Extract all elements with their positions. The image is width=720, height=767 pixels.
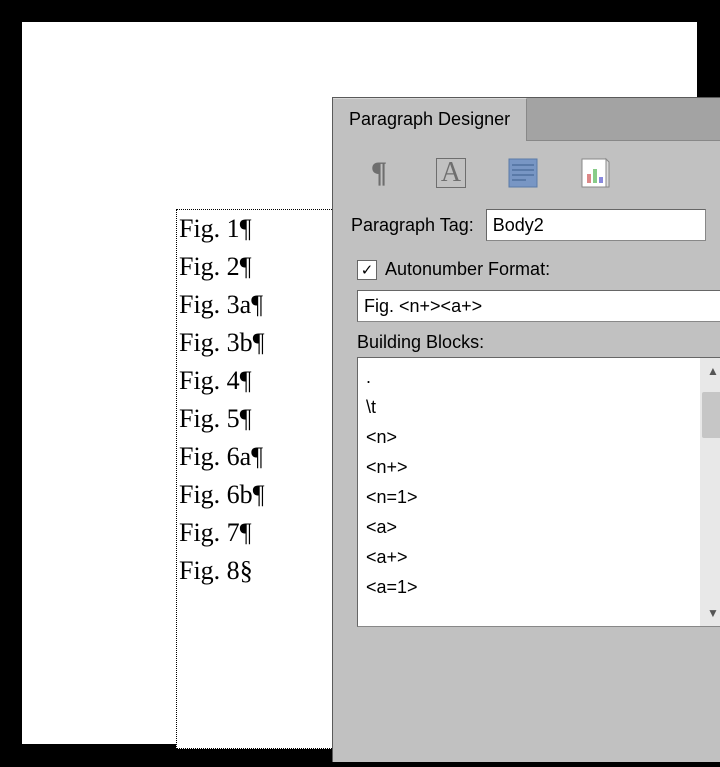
panel-toolbar: ¶ A <box>333 141 720 203</box>
tab-empty <box>527 98 720 141</box>
list-item[interactable]: <n> <box>366 422 692 452</box>
section-icon: § <box>240 556 253 585</box>
text-line[interactable]: Fig. 5¶ <box>177 400 336 438</box>
scroll-up-button[interactable]: ▲ <box>700 358 720 384</box>
line-text: Fig. 8 <box>179 556 240 585</box>
pilcrow-icon: ¶ <box>240 366 252 395</box>
font-button[interactable]: A <box>429 151 473 195</box>
line-text: Fig. 7 <box>179 518 240 547</box>
line-text: Fig. 5 <box>179 404 240 433</box>
text-line[interactable]: Fig. 6a¶ <box>177 438 336 476</box>
numbering-button[interactable] <box>573 151 617 195</box>
text-line[interactable]: Fig. 4¶ <box>177 362 336 400</box>
pilcrow-icon: ¶ <box>240 252 252 281</box>
line-text: Fig. 1 <box>179 214 240 243</box>
line-text: Fig. 3b <box>179 328 253 357</box>
text-line[interactable]: Fig. 3b¶ <box>177 324 336 362</box>
paragraph-designer-panel: Paragraph Designer ¶ A <box>332 97 720 762</box>
autonumber-checkbox[interactable]: ✓ <box>357 260 377 280</box>
pilcrow-icon: ¶ <box>240 214 252 243</box>
list-item[interactable]: <a+> <box>366 542 692 572</box>
text-line[interactable]: Fig. 2¶ <box>177 248 336 286</box>
pilcrow-icon: ¶ <box>371 156 387 190</box>
text-line[interactable]: Fig. 1¶ <box>177 210 336 248</box>
page-lines-icon <box>507 157 539 189</box>
pilcrow-icon: ¶ <box>240 518 252 547</box>
text-line[interactable]: Fig. 6b¶ <box>177 476 336 514</box>
app-frame: Fig. 1¶ Fig. 2¶ Fig. 3a¶ Fig. 3b¶ Fig. 4… <box>22 22 697 744</box>
autonumber-label: Autonumber Format: <box>385 259 550 280</box>
line-text: Fig. 4 <box>179 366 240 395</box>
line-text: Fig. 6b <box>179 480 253 509</box>
scroll-down-button[interactable]: ▼ <box>700 600 720 626</box>
document-text-frame: Fig. 1¶ Fig. 2¶ Fig. 3a¶ Fig. 3b¶ Fig. 4… <box>176 209 336 749</box>
chevron-down-icon: ▼ <box>707 606 719 620</box>
scroll-thumb[interactable] <box>702 392 720 438</box>
list-item[interactable]: \t <box>366 392 692 422</box>
pilcrow-icon: ¶ <box>251 290 263 319</box>
pilcrow-icon: ¶ <box>240 404 252 433</box>
line-text: Fig. 6a <box>179 442 251 471</box>
line-text: Fig. 2 <box>179 252 240 281</box>
text-line[interactable]: Fig. 8§ <box>177 552 336 590</box>
pilcrow-icon: ¶ <box>253 480 265 509</box>
pilcrow-icon: ¶ <box>251 442 263 471</box>
paragraph-tag-label: Paragraph Tag: <box>351 215 474 236</box>
listbox-content: . \t <n> <n+> <n=1> <a> <a+> <a=1> <box>358 358 700 626</box>
text-line[interactable]: Fig. 3a¶ <box>177 286 336 324</box>
pilcrow-icon: ¶ <box>253 328 265 357</box>
scrollbar[interactable]: ▲ ▼ <box>700 358 720 626</box>
text-line[interactable]: Fig. 7¶ <box>177 514 336 552</box>
paragraph-tag-row: Paragraph Tag: <box>333 203 720 247</box>
building-blocks-label: Building Blocks: <box>333 322 720 357</box>
list-item[interactable]: <n+> <box>366 452 692 482</box>
paragraph-tag-input[interactable] <box>486 209 706 241</box>
font-a-icon: A <box>436 158 466 188</box>
list-item[interactable]: <a> <box>366 512 692 542</box>
pagination-button[interactable] <box>501 151 545 195</box>
autonumber-row: ✓ Autonumber Format: <box>333 247 720 290</box>
line-text: Fig. 3a <box>179 290 251 319</box>
page-chart-icon <box>579 157 611 189</box>
chevron-up-icon: ▲ <box>707 364 719 378</box>
panel-tabs: Paragraph Designer <box>333 98 720 141</box>
list-item[interactable]: <a=1> <box>366 572 692 602</box>
list-item[interactable]: . <box>366 362 692 392</box>
scroll-track[interactable] <box>700 384 720 600</box>
tab-paragraph-designer[interactable]: Paragraph Designer <box>333 98 527 141</box>
check-icon: ✓ <box>361 261 374 279</box>
building-blocks-listbox[interactable]: . \t <n> <n+> <n=1> <a> <a+> <a=1> ▲ ▼ <box>357 357 720 627</box>
autonumber-format-input[interactable] <box>357 290 720 322</box>
list-item[interactable]: <n=1> <box>366 482 692 512</box>
basic-button[interactable]: ¶ <box>357 151 401 195</box>
